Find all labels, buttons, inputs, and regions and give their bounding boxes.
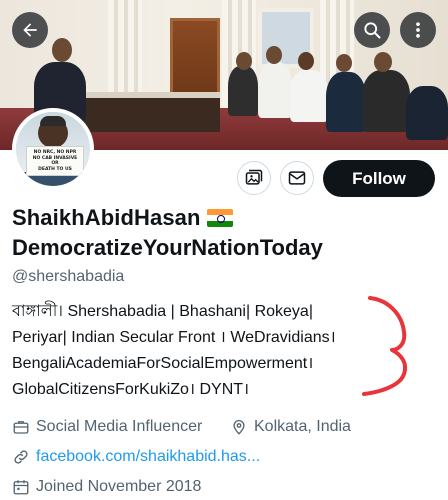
- media-button[interactable]: [237, 161, 271, 195]
- location-text: Kolkata, India: [254, 418, 351, 435]
- banner-person-head: [236, 52, 252, 70]
- bio-line: Periyar| Indian Secular Front । WeDravid…: [12, 329, 336, 346]
- banner-person-head: [336, 54, 352, 72]
- banner-person: [290, 70, 328, 122]
- media-icon: [245, 169, 263, 185]
- banner-person: [228, 66, 258, 116]
- message-button[interactable]: [280, 161, 314, 195]
- profile-location: Kolkata, India: [230, 418, 351, 436]
- banner-person-head: [298, 52, 314, 70]
- banner-person: [406, 86, 448, 140]
- banner-person-head: [374, 52, 392, 72]
- avatar-cap: [40, 116, 66, 126]
- category-text: Social Media Influencer: [36, 418, 203, 435]
- bio-line: GlobalCitizensForKukiZo। DYNT।: [12, 381, 250, 398]
- banner-person-head: [52, 38, 72, 62]
- avatar-protest-sign: NO NRC, NO NPR NO CAB INVASIVE OR DEATH …: [26, 146, 84, 176]
- location-pin-icon: [233, 420, 245, 435]
- back-button[interactable]: [12, 12, 48, 48]
- display-name-line1: ShaikhAbidHasan: [12, 203, 432, 233]
- more-vertical-icon: [416, 22, 420, 38]
- website-link[interactable]: facebook.com/shaikhabid.has...: [36, 448, 260, 466]
- search-icon: [364, 22, 381, 39]
- profile-avatar[interactable]: NO NRC, NO NPR NO CAB INVASIVE OR DEATH …: [12, 108, 94, 190]
- calendar-icon: [13, 480, 29, 495]
- display-name-line2: DemocratizeYourNationToday: [12, 235, 323, 260]
- bio-line: বাঙ্গালী। Shershabadia | Bhashani| Rokey…: [12, 303, 313, 320]
- arrow-left-icon: [23, 23, 37, 37]
- banner-person-head: [266, 46, 282, 64]
- banner-person: [362, 70, 410, 132]
- joined-text: Joined November 2018: [36, 478, 202, 495]
- search-button[interactable]: [354, 12, 390, 48]
- profile-bio: বাঙ্গালী। Shershabadia | Bhashani| Rokey…: [12, 299, 392, 403]
- mail-icon: [288, 171, 306, 185]
- avatar-sign-line: DEATH TO US: [38, 166, 72, 172]
- more-options-button[interactable]: [400, 12, 436, 48]
- profile-joined: Joined November 2018: [12, 478, 201, 496]
- banner-person: [258, 62, 292, 118]
- profile-category: Social Media Influencer: [12, 418, 202, 436]
- profile-handle: @shershabadia: [12, 268, 125, 285]
- display-name-text: ShaikhAbidHasan: [12, 205, 201, 230]
- follow-button[interactable]: Follow: [323, 160, 435, 197]
- briefcase-icon: [13, 421, 29, 434]
- profile-website[interactable]: facebook.com/shaikhabid.has...: [12, 448, 260, 466]
- bio-line: BengaliAcademiaForSocialEmpowerment।: [12, 355, 314, 372]
- india-flag-icon: [206, 209, 233, 227]
- link-icon: [14, 450, 28, 464]
- banner-person: [326, 72, 366, 132]
